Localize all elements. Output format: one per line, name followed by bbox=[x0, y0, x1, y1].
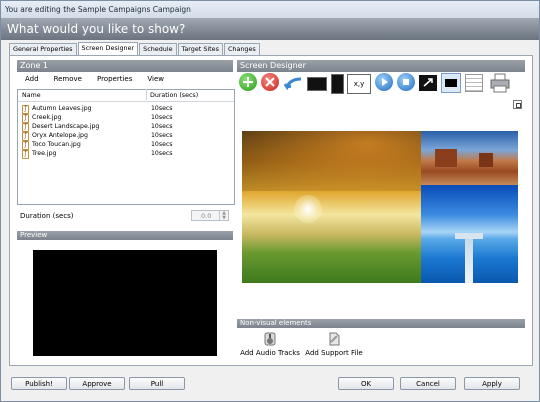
file-row[interactable]: ƒ Desert Landscape.jpg 10secs bbox=[18, 122, 234, 132]
undo-icon[interactable] bbox=[283, 75, 303, 91]
zone-title: Zone 1 bbox=[17, 60, 233, 72]
tab-general-properties[interactable]: General Properties bbox=[9, 43, 77, 55]
file-duration: 10secs bbox=[151, 150, 173, 157]
column-name-header[interactable]: Name bbox=[22, 90, 41, 101]
file-name: Tree.jpg bbox=[32, 150, 57, 157]
file-duration: 10secs bbox=[151, 105, 173, 112]
zone-autumn-image[interactable] bbox=[242, 131, 421, 283]
landscape-layout-icon[interactable] bbox=[307, 77, 327, 91]
tab-target-sites[interactable]: Target Sites bbox=[177, 43, 223, 55]
file-name: Creek.jpg bbox=[32, 114, 62, 121]
designer-toolbar: x,y bbox=[237, 73, 519, 95]
preview-title: Preview bbox=[17, 231, 233, 240]
stepper-arrows-icon[interactable]: ▲ ▼ bbox=[219, 211, 228, 220]
file-duration: 10secs bbox=[151, 141, 173, 148]
window-title: You are editing the Sample Campaigns Cam… bbox=[1, 1, 539, 18]
file-duration: 10secs bbox=[151, 114, 173, 121]
file-row[interactable]: ƒ Autumn Leaves.jpg 10secs bbox=[18, 104, 234, 114]
tab-changes[interactable]: Changes bbox=[223, 43, 260, 55]
editor-window: You are editing the Sample Campaigns Cam… bbox=[0, 0, 540, 402]
designer-canvas[interactable] bbox=[237, 97, 525, 319]
add-support-file-button[interactable]: Add Support File bbox=[303, 331, 365, 361]
file-name: Oryx Antelope.jpg bbox=[32, 132, 88, 139]
add-audio-tracks-button[interactable]: Add Audio Tracks bbox=[239, 331, 301, 361]
preview-screen bbox=[33, 250, 217, 356]
grid-icon[interactable] bbox=[465, 74, 483, 92]
zone-desert-image[interactable] bbox=[421, 131, 518, 185]
expand-icon[interactable] bbox=[419, 75, 437, 91]
duration-value: 0.0 bbox=[201, 212, 212, 220]
audio-icon bbox=[264, 332, 276, 346]
non-visual-title: Non-visual elements bbox=[237, 319, 525, 328]
duration-row: Duration (secs) 0.0 ▲ ▼ bbox=[17, 209, 233, 223]
file-list-header: Name Duration (secs) bbox=[18, 89, 234, 102]
xy-coordinates-icon[interactable]: x,y bbox=[347, 74, 371, 94]
approve-button[interactable]: Approve bbox=[69, 377, 125, 390]
view-menu-item[interactable]: View bbox=[139, 75, 171, 84]
file-row[interactable]: ƒ Tree.jpg 10secs bbox=[18, 149, 234, 159]
file-duration: 10secs bbox=[151, 132, 173, 139]
file-name: Toco Toucan.jpg bbox=[32, 141, 81, 148]
delete-zone-icon[interactable] bbox=[261, 73, 279, 91]
tab-schedule[interactable]: Schedule bbox=[139, 43, 177, 55]
portrait-layout-icon[interactable] bbox=[331, 74, 344, 94]
add-menu-item[interactable]: Add bbox=[17, 75, 46, 84]
page-title: What would you like to show? bbox=[1, 18, 539, 40]
properties-menu-item[interactable]: Properties bbox=[89, 75, 139, 84]
add-audio-tracks-label: Add Audio Tracks bbox=[240, 349, 300, 357]
remove-menu-item[interactable]: Remove bbox=[46, 75, 89, 84]
duration-stepper[interactable]: 0.0 ▲ ▼ bbox=[191, 210, 229, 221]
file-name: Autumn Leaves.jpg bbox=[32, 105, 92, 112]
file-duration: 10secs bbox=[151, 123, 173, 130]
pull-button[interactable]: Pull bbox=[129, 377, 185, 390]
cancel-button[interactable]: Cancel bbox=[400, 377, 456, 390]
file-icon: ƒ bbox=[22, 150, 29, 159]
restore-icon[interactable] bbox=[513, 100, 522, 109]
column-divider bbox=[146, 89, 147, 100]
zone-menu: Add Remove Properties View bbox=[17, 75, 171, 84]
designer-title: Screen Designer bbox=[237, 60, 525, 72]
publish-button[interactable]: Publish! bbox=[11, 377, 67, 390]
add-support-file-label: Add Support File bbox=[305, 349, 363, 357]
tab-screen-designer[interactable]: Screen Designer bbox=[77, 42, 139, 55]
support-file-icon bbox=[329, 332, 340, 346]
add-zone-icon[interactable] bbox=[239, 73, 257, 91]
duration-label: Duration (secs) bbox=[20, 212, 74, 220]
single-zone-layout-icon[interactable] bbox=[441, 73, 461, 93]
file-row[interactable]: ƒ Toco Toucan.jpg 10secs bbox=[18, 140, 234, 150]
file-name: Desert Landscape.jpg bbox=[32, 123, 100, 130]
play-icon[interactable] bbox=[375, 73, 393, 91]
ok-button[interactable]: OK bbox=[338, 377, 394, 390]
file-row[interactable]: ƒ Creek.jpg 10secs bbox=[18, 113, 234, 123]
stop-icon[interactable] bbox=[397, 73, 415, 91]
apply-button[interactable]: Apply bbox=[464, 377, 520, 390]
column-duration-header[interactable]: Duration (secs) bbox=[150, 90, 198, 101]
zone-ocean-image[interactable] bbox=[421, 185, 518, 283]
file-list[interactable]: Name Duration (secs) ƒ Autumn Leaves.jpg… bbox=[17, 89, 235, 205]
file-row[interactable]: ƒ Oryx Antelope.jpg 10secs bbox=[18, 131, 234, 141]
print-icon[interactable] bbox=[489, 73, 511, 93]
non-visual-panel: Non-visual elements Add Audio Tracks Add… bbox=[237, 319, 525, 363]
